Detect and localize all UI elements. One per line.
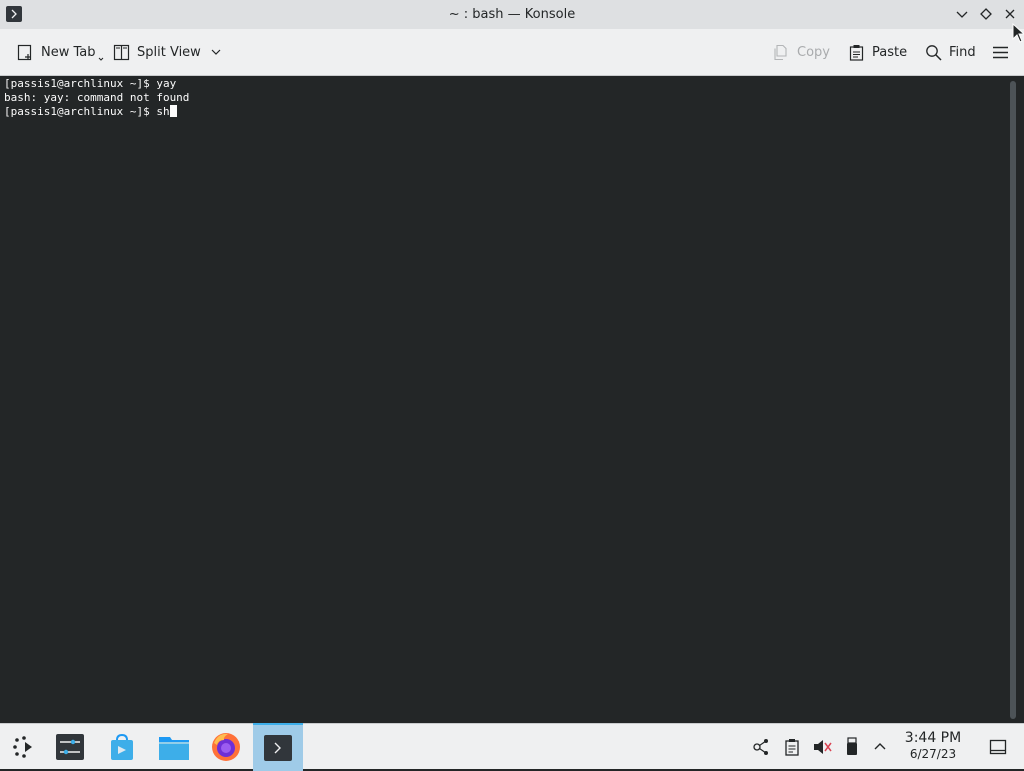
copy-icon xyxy=(774,44,787,60)
discover-store-icon[interactable] xyxy=(98,724,146,769)
split-view-label: Split View xyxy=(137,44,201,60)
text-cursor xyxy=(169,105,177,117)
digital-clock[interactable]: 3:44 PM 6/27/23 xyxy=(898,730,968,761)
scrollbar-thumb[interactable] xyxy=(1010,81,1016,719)
terminal-prompt-line[interactable]: [passis1@archlinux ~]$ sh xyxy=(4,105,177,119)
show-desktop-icon[interactable] xyxy=(985,724,1011,769)
system-settings-icon[interactable] xyxy=(46,724,94,769)
close-icon[interactable] xyxy=(1002,6,1018,22)
terminal-input-text: [passis1@archlinux ~]$ sh xyxy=(4,105,170,118)
title-bar[interactable]: ~ : bash — Konsole xyxy=(0,0,1024,29)
tray-expand-icon[interactable] xyxy=(867,724,893,769)
copy-button[interactable]: Copy xyxy=(773,29,830,75)
new-tab-label: New Tab xyxy=(41,44,96,60)
paste-button[interactable]: Paste xyxy=(848,29,907,75)
chevron-down-icon xyxy=(211,49,221,55)
paste-icon xyxy=(849,44,864,61)
firefox-icon[interactable] xyxy=(202,724,250,769)
find-label: Find xyxy=(949,44,976,60)
taskbar: 3:44 PM 6/27/23 xyxy=(0,723,1024,771)
scrollbar[interactable] xyxy=(1008,81,1018,719)
clipboard-icon[interactable] xyxy=(779,724,805,769)
find-button[interactable]: Find xyxy=(925,29,976,75)
split-view-button[interactable]: Split View xyxy=(113,29,229,75)
terminal-view[interactable]: [passis1@archlinux ~]$ yay bash: yay: co… xyxy=(0,76,1024,723)
terminal-line: bash: yay: command not found xyxy=(4,91,190,104)
konsole-task-icon[interactable] xyxy=(253,723,303,771)
toolbar: New Tab Split View Copy Paste Find xyxy=(0,29,1024,76)
hamburger-menu-icon xyxy=(993,46,1008,58)
split-view-icon xyxy=(113,44,130,60)
minimize-chevron-icon[interactable] xyxy=(954,6,970,22)
clock-time: 3:44 PM xyxy=(904,730,962,746)
paste-label: Paste xyxy=(872,44,908,60)
clock-date: 6/27/23 xyxy=(909,747,957,761)
chevron-down-icon xyxy=(98,57,103,61)
terminal-line: [passis1@archlinux ~]$ yay xyxy=(4,77,177,90)
maximize-diamond-icon[interactable] xyxy=(978,6,994,22)
new-tab-icon xyxy=(17,44,32,60)
usb-device-icon[interactable] xyxy=(839,724,865,769)
application-launcher-icon[interactable] xyxy=(0,724,48,769)
dolphin-file-manager-icon[interactable] xyxy=(150,724,198,769)
volume-muted-icon[interactable] xyxy=(809,724,835,769)
window-title: ~ : bash — Konsole xyxy=(448,7,576,22)
search-icon xyxy=(926,44,942,61)
new-tab-button[interactable]: New Tab xyxy=(17,29,104,75)
mouse-cursor-icon xyxy=(1012,23,1024,43)
kde-connect-icon[interactable] xyxy=(748,724,774,769)
copy-label: Copy xyxy=(797,44,830,60)
